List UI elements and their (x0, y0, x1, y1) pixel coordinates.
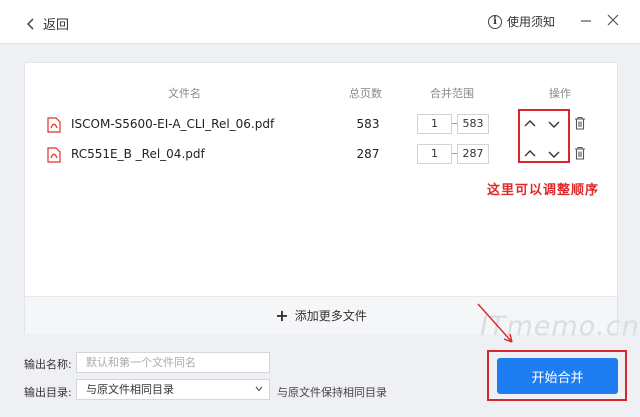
info-icon: i (488, 14, 502, 29)
pointer-arrow-icon (477, 303, 513, 343)
back-button[interactable]: 返回 (26, 14, 69, 33)
output-dir-label: 输出目录: (24, 386, 72, 399)
delete-icon[interactable] (574, 146, 586, 160)
help-link[interactable]: i 使用须知 (488, 13, 555, 30)
chevron-down-icon (255, 386, 263, 392)
pdf-file-icon (47, 117, 61, 133)
minimize-icon[interactable] (578, 12, 594, 28)
output-dir-note: 与原文件保持相同目录 (277, 386, 387, 399)
reorder-highlight-box (518, 109, 570, 163)
start-merge-button[interactable]: 开始合并 (497, 358, 618, 394)
output-dir-value: 与原文件相同目录 (86, 383, 174, 396)
help-label: 使用须知 (507, 15, 556, 29)
add-more-files-label: 添加更多文件 (294, 309, 367, 323)
column-header-range: 合并范围 (430, 87, 474, 100)
column-header-ops: 操作 (549, 87, 571, 100)
file-name: RC551E_B _Rel_04.pdf (71, 147, 205, 161)
range-to-input[interactable]: 583 (457, 114, 489, 134)
output-dir-select[interactable]: 与原文件相同目录 (76, 379, 270, 400)
page-count: 583 (356, 117, 380, 131)
title-bar: 返回 i 使用须知 (0, 0, 640, 44)
column-header-pages: 总页数 (349, 87, 382, 100)
range-from-input[interactable]: 1 (417, 114, 452, 134)
file-name: ISCOM-S5600-EI-A_CLI_Rel_06.pdf (71, 117, 275, 131)
back-label: 返回 (43, 18, 70, 33)
output-name-label: 输出名称: (24, 358, 72, 371)
chevron-left-icon (26, 17, 34, 30)
reorder-annotation: 这里可以调整顺序 (487, 183, 600, 198)
column-header-filename: 文件名 (168, 87, 201, 100)
close-icon[interactable] (605, 12, 621, 28)
range-from-input[interactable]: 1 (417, 144, 452, 164)
page-count: 287 (356, 147, 380, 161)
plus-icon: + (275, 305, 289, 325)
output-name-input[interactable]: 默认和第一个文件同名 (76, 352, 270, 373)
range-to-input[interactable]: 287 (457, 144, 489, 164)
delete-icon[interactable] (574, 116, 586, 130)
pdf-file-icon (47, 147, 61, 163)
file-list-panel: 文件名 总页数 合并范围 操作 ISCOM-S5600-EI-A_CLI_Rel… (24, 62, 618, 334)
